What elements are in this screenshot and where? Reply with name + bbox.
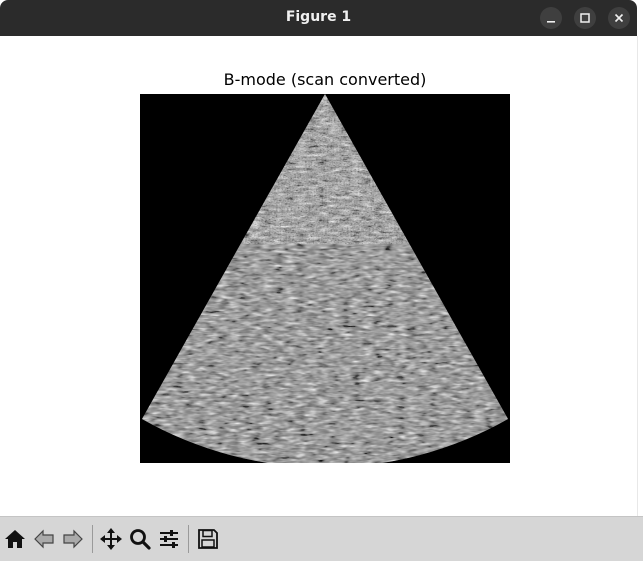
close-icon xyxy=(614,13,624,23)
maximize-icon xyxy=(580,13,590,23)
zoom-icon xyxy=(130,529,151,550)
pan-button[interactable] xyxy=(97,525,125,553)
close-button[interactable] xyxy=(608,7,630,29)
zoom-button[interactable] xyxy=(126,525,154,553)
minimize-icon xyxy=(547,21,555,23)
navigation-toolbar xyxy=(0,516,643,561)
back-arrow-icon xyxy=(34,529,54,549)
toolbar-separator xyxy=(188,525,189,553)
move-icon xyxy=(100,528,122,550)
save-icon xyxy=(198,529,218,549)
home-icon xyxy=(5,530,25,548)
window-titlebar: Figure 1 xyxy=(0,0,637,36)
maximize-button[interactable] xyxy=(574,7,596,29)
window-edge xyxy=(637,36,643,516)
forward-arrow-icon xyxy=(63,529,83,549)
forward-button[interactable] xyxy=(59,525,87,553)
axes-title: B-mode (scan converted) xyxy=(223,70,427,89)
axes-image[interactable] xyxy=(140,94,510,463)
configure-subplots-button[interactable] xyxy=(155,525,183,553)
back-button[interactable] xyxy=(30,525,58,553)
minimize-button[interactable] xyxy=(540,7,562,29)
ultrasound-sector-image xyxy=(140,94,510,463)
figure-canvas[interactable]: B-mode (scan converted) xyxy=(0,36,637,516)
save-button[interactable] xyxy=(194,525,222,553)
toolbar-separator xyxy=(92,525,93,553)
home-button[interactable] xyxy=(1,525,29,553)
sliders-icon xyxy=(160,530,178,548)
